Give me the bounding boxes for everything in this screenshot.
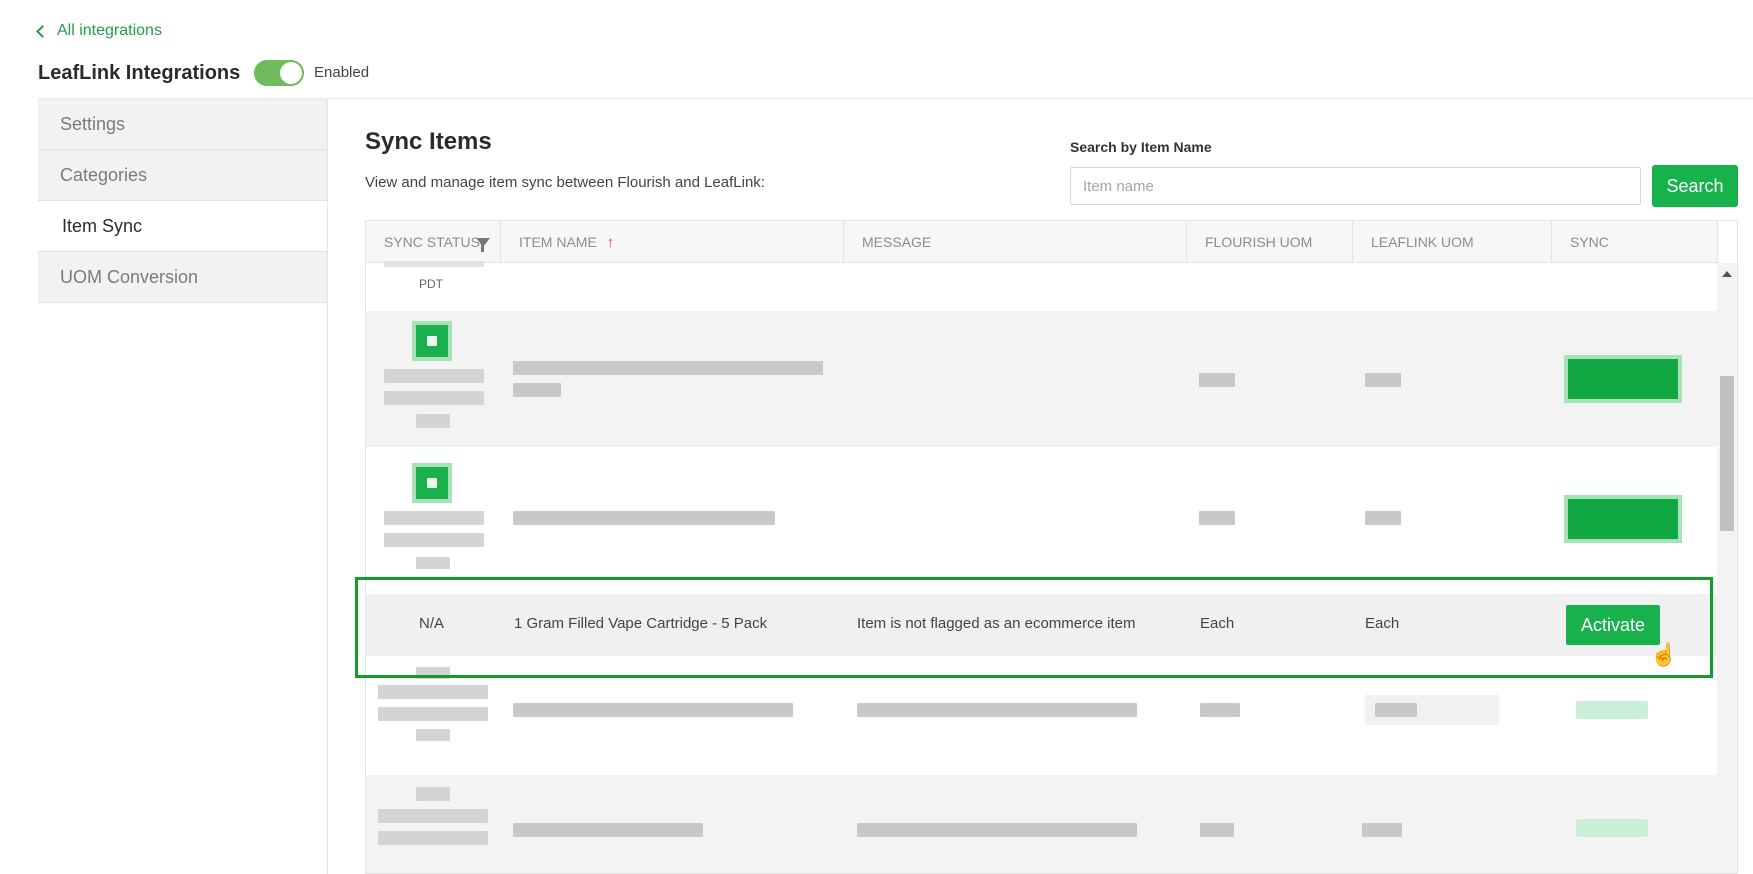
search-input[interactable]	[1070, 167, 1641, 205]
obscured-uom	[1199, 511, 1235, 525]
table-row	[366, 311, 1718, 447]
hand-pointer-icon: ☝	[1650, 642, 1678, 667]
obscured-item-name	[513, 511, 775, 525]
obscured-uom	[1375, 703, 1417, 717]
sidebar-item-label: Settings	[60, 113, 126, 134]
obscured-message	[857, 823, 1137, 837]
obscured-item-name	[513, 823, 703, 837]
table-header: SYNC STATUS ITEM NAME ↑ MESSAGE FLOURISH…	[366, 221, 1718, 263]
table-row: PDT	[366, 261, 1718, 311]
sidebar-item-item-sync[interactable]: Item Sync	[38, 201, 328, 252]
activate-button[interactable]: Activate	[1566, 605, 1660, 645]
obscured-text	[416, 729, 450, 741]
table-scrollbar[interactable]	[1717, 263, 1737, 873]
sidebar-item-label: Categories	[60, 164, 148, 185]
all-integrations-label: All integrations	[57, 22, 162, 39]
column-header-label: ITEM NAME	[519, 234, 597, 250]
search-label: Search by Item Name	[1070, 139, 1212, 155]
obscured-text	[416, 667, 450, 679]
obscured-uom	[1199, 373, 1235, 387]
sort-ascending-icon: ↑	[606, 233, 615, 251]
column-header-label: SYNC STATUS	[384, 234, 480, 250]
column-header-label: LEAFLINK UOM	[1371, 234, 1474, 250]
column-header-label: FLOURISH UOM	[1205, 234, 1313, 250]
obscured-item-name	[513, 361, 823, 375]
column-header-label: SYNC	[1570, 234, 1609, 250]
obscured-sync-button[interactable]	[1568, 499, 1678, 539]
obscured-text	[384, 511, 484, 525]
column-header-sync-status[interactable]: SYNC STATUS	[366, 221, 501, 263]
table-body: PDT N/A 1 Gram Filled Vape Cartridge - 5…	[366, 261, 1718, 873]
obscured-sync-button[interactable]	[1576, 701, 1648, 719]
enabled-toggle[interactable]	[254, 60, 304, 86]
section-subtitle: View and manage item sync between Flouri…	[365, 174, 765, 191]
item-name-value: 1 Gram Filled Vape Cartridge - 5 Pack	[514, 615, 768, 632]
obscured-text	[416, 787, 450, 801]
table-row	[366, 663, 1718, 773]
obscured-text	[384, 369, 484, 383]
obscured-text	[378, 809, 488, 823]
flourish-uom-value: Each	[1200, 615, 1235, 632]
search-button[interactable]: Search	[1652, 165, 1738, 207]
obscured-text	[378, 685, 488, 699]
sidebar: Settings Categories Item Sync UOM Conver…	[38, 99, 328, 303]
sync-status-value: N/A	[419, 615, 445, 632]
status-timezone: PDT	[419, 277, 443, 291]
page-title: LeafLink Integrations	[38, 62, 241, 84]
table-row	[366, 775, 1718, 873]
scroll-up-arrow-icon[interactable]	[1722, 271, 1732, 277]
sidebar-item-label: Item Sync	[62, 215, 143, 236]
synced-status-icon	[416, 325, 448, 357]
item-sync-table: SYNC STATUS ITEM NAME ↑ MESSAGE FLOURISH…	[365, 220, 1738, 874]
obscured-sync-button[interactable]	[1568, 359, 1678, 399]
scroll-thumb[interactable]	[1720, 376, 1734, 531]
obscured-uom	[1200, 703, 1240, 717]
sidebar-item-settings[interactable]: Settings	[38, 99, 328, 150]
obscured-text	[384, 533, 484, 547]
leaflink-uom-value: Each	[1365, 615, 1400, 632]
obscured-text	[378, 831, 488, 845]
obscured-timestamp	[384, 261, 484, 267]
obscured-item-name	[513, 383, 561, 397]
sidebar-item-uom-conversion[interactable]: UOM Conversion	[38, 252, 328, 303]
all-integrations-link[interactable]: All integrations	[36, 22, 162, 40]
sidebar-divider	[327, 99, 328, 874]
obscured-text	[384, 391, 484, 405]
obscured-text	[378, 707, 488, 721]
obscured-message	[857, 703, 1137, 717]
obscured-item-name	[513, 703, 793, 717]
obscured-text	[416, 557, 450, 569]
column-header-leaflink-uom[interactable]: LEAFLINK UOM	[1353, 221, 1552, 263]
toggle-label: Enabled	[314, 64, 370, 81]
obscured-text	[416, 414, 450, 428]
section-title: Sync Items	[365, 128, 492, 155]
sidebar-item-categories[interactable]: Categories	[38, 150, 328, 201]
message-value: Item is not flagged as an ecommerce item	[857, 615, 1136, 632]
obscured-uom	[1362, 823, 1402, 837]
column-header-item-name[interactable]: ITEM NAME ↑	[501, 221, 844, 263]
synced-status-icon	[416, 467, 448, 499]
table-row	[366, 453, 1718, 581]
sidebar-item-label: UOM Conversion	[60, 266, 199, 287]
obscured-sync-button[interactable]	[1576, 819, 1648, 837]
toggle-knob	[280, 62, 302, 84]
column-header-sync[interactable]: SYNC	[1552, 221, 1718, 263]
obscured-uom	[1365, 373, 1401, 387]
filter-icon[interactable]	[475, 237, 490, 252]
table-row: N/A 1 Gram Filled Vape Cartridge - 5 Pac…	[366, 594, 1718, 656]
column-header-flourish-uom[interactable]: FLOURISH UOM	[1187, 221, 1353, 263]
chevron-left-icon	[36, 25, 49, 38]
obscured-uom	[1365, 511, 1401, 525]
column-header-message[interactable]: MESSAGE	[844, 221, 1187, 263]
obscured-uom	[1200, 823, 1234, 837]
column-header-label: MESSAGE	[862, 234, 932, 250]
